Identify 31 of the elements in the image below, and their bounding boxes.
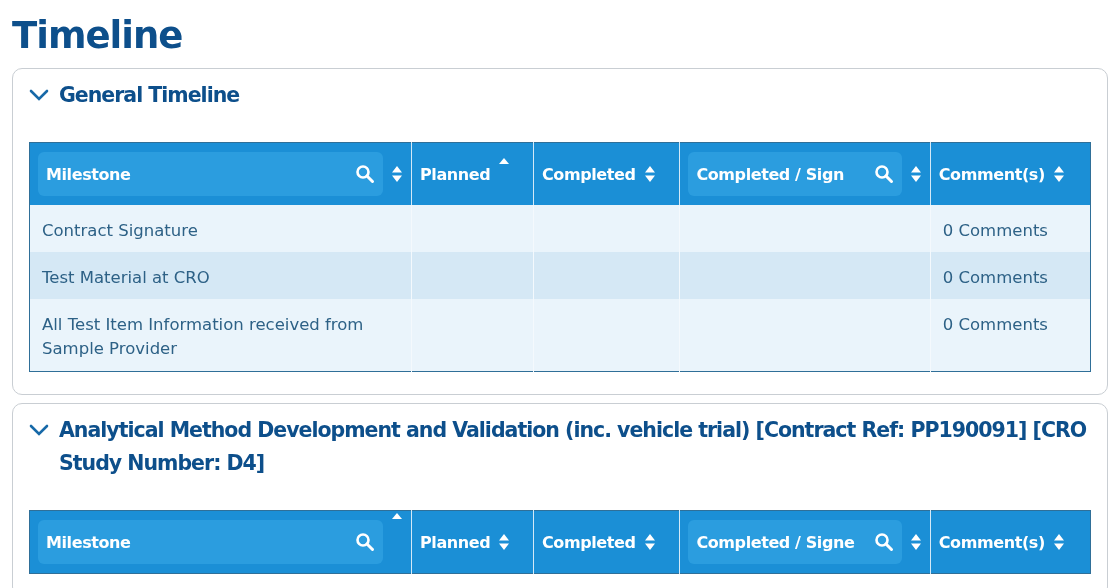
sort-icon[interactable] [390, 165, 403, 184]
search-icon[interactable] [873, 532, 894, 553]
sort-icon[interactable] [909, 165, 922, 184]
sort-icon[interactable] [643, 533, 656, 552]
search-icon[interactable] [354, 532, 375, 553]
table-cell-text: All Test Item Information received from Sample Provider [42, 314, 365, 361]
comments-link[interactable]: 0 Comments [942, 313, 1048, 338]
search-field[interactable]: Completed / Signe [688, 520, 902, 565]
sort-icon[interactable] [498, 533, 511, 552]
comments-link[interactable]: 0 Comments [942, 219, 1048, 244]
chevron-icon[interactable] [29, 89, 49, 102]
table-cell-text: Test Material at CRO [42, 267, 210, 290]
sort-icon[interactable] [909, 533, 922, 552]
search-icon[interactable] [873, 164, 894, 185]
sort-ascending-icon[interactable] [498, 156, 511, 165]
chevron-icon[interactable] [29, 424, 49, 437]
table-cell-text: Contract Signature [42, 220, 198, 243]
page-title: Timeline [12, 14, 184, 59]
search-field[interactable]: Completed / Sign [688, 152, 902, 197]
column-header[interactable]: Planned [419, 532, 491, 552]
sort-icon[interactable] [1052, 533, 1065, 552]
sort-icon[interactable] [1052, 165, 1065, 184]
search-icon[interactable] [354, 164, 375, 185]
search-field[interactable]: Milestone [38, 520, 383, 565]
search-field[interactable]: Milestone [38, 152, 383, 197]
comments-link[interactable]: 0 Comments [942, 266, 1048, 291]
sort-ascending-icon[interactable] [390, 512, 403, 521]
section-title[interactable]: General Timeline [59, 79, 240, 113]
section-title[interactable]: Analytical Method Development and Validation (inc. vehicle trial) [Contract Ref: PP190091] [CRO Study Number: D4] [59, 414, 1091, 481]
sort-icon[interactable] [643, 165, 656, 184]
column-header[interactable]: Planned [419, 164, 491, 184]
